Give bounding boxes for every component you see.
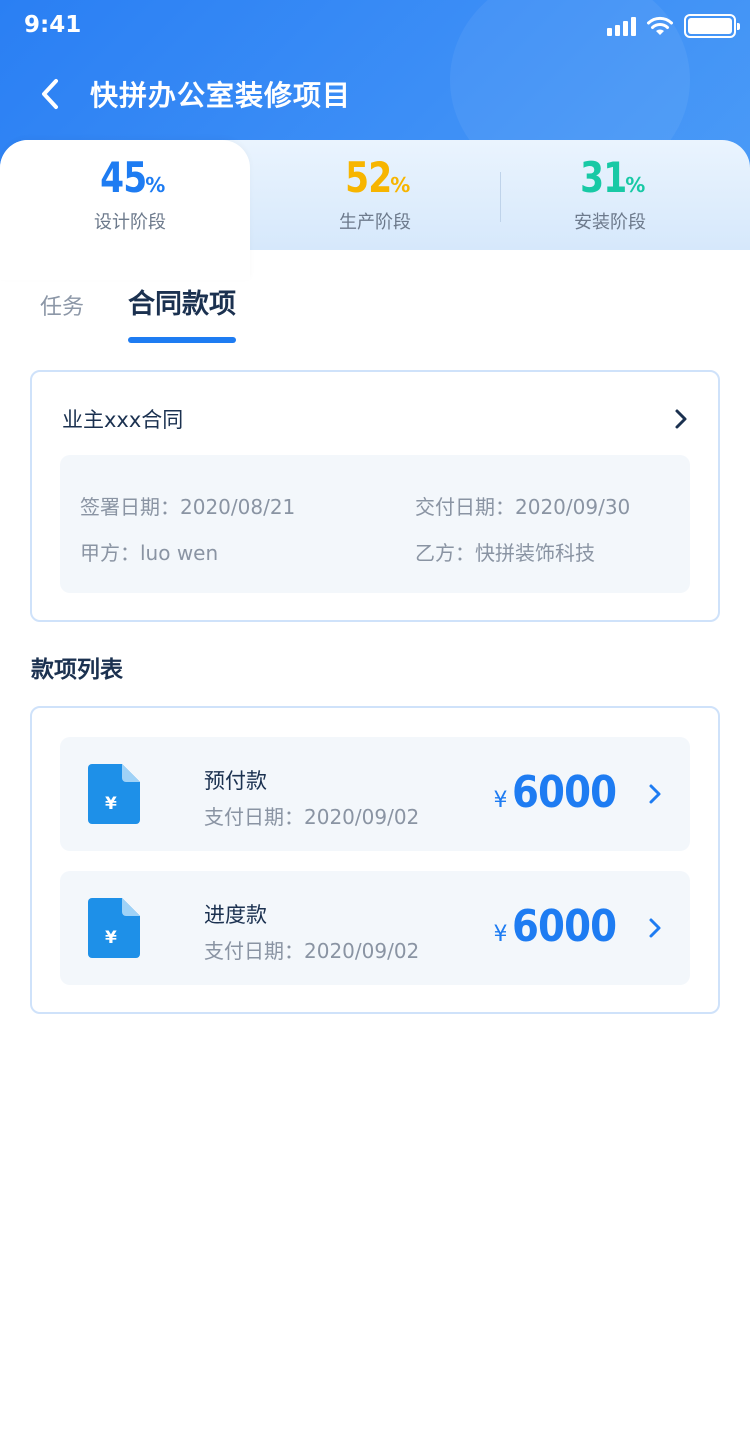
- payment-name: 进度款: [204, 903, 267, 927]
- stage-production-value: 52: [344, 153, 392, 202]
- svg-text:¥: ¥: [105, 794, 117, 814]
- document-yuan-icon: ¥: [88, 764, 140, 824]
- contract-info-panel: 签署日期：2020/08/21 交付日期：2020/09/30 甲方：luo w…: [60, 455, 690, 593]
- contract-title: 业主xxx合同: [62, 408, 184, 432]
- payment-amount-value: 6000: [511, 901, 617, 952]
- content-tabs: 任务 合同款项: [40, 282, 237, 343]
- contract-party-a: 甲方：luo wen: [80, 541, 219, 565]
- page-title: 快拼办公室装修项目: [90, 79, 352, 112]
- stage-install-value: 31: [579, 153, 627, 202]
- payment-date: 支付日期：2020/09/02: [204, 805, 420, 829]
- stage-production-unit: %: [390, 173, 411, 197]
- back-button[interactable]: [34, 76, 66, 112]
- contract-delivery-date: 交付日期：2020/09/30: [415, 495, 631, 519]
- contract-header[interactable]: 业主xxx合同: [62, 404, 688, 434]
- contract-sign-date: 签署日期：2020/08/21: [80, 495, 296, 519]
- status-icons: [607, 14, 740, 38]
- payment-row[interactable]: ¥ 进度款 支付日期：2020/09/02 ¥ 6000: [60, 871, 690, 985]
- chevron-right-icon: [675, 409, 687, 429]
- payment-row[interactable]: ¥ 预付款 支付日期：2020/09/02 ¥ 6000: [60, 737, 690, 851]
- svg-text:¥: ¥: [105, 928, 117, 948]
- payment-currency: ¥: [493, 922, 508, 947]
- document-yuan-icon: ¥: [88, 898, 140, 958]
- battery-icon: [684, 14, 740, 38]
- stage-design[interactable]: 45% 设计阶段: [5, 150, 255, 234]
- stage-design-label: 设计阶段: [94, 212, 166, 233]
- payment-date: 支付日期：2020/09/02: [204, 939, 420, 963]
- signal-icon: [607, 16, 636, 36]
- tab-tasks[interactable]: 任务: [40, 289, 84, 321]
- payment-amount: ¥ 6000: [494, 767, 630, 818]
- chevron-left-icon: [42, 79, 58, 109]
- stage-design-value: 45: [99, 153, 147, 202]
- payment-amount: ¥ 6000: [494, 901, 630, 952]
- stage-install[interactable]: 31% 安装阶段: [485, 150, 735, 234]
- wifi-icon: [647, 16, 673, 35]
- stage-production-label: 生产阶段: [339, 212, 411, 233]
- contract-card: 业主xxx合同 签署日期：2020/08/21 交付日期：2020/09/30 …: [30, 370, 720, 622]
- payments-section-title: 款项列表: [31, 657, 123, 683]
- chevron-right-icon: [649, 784, 661, 804]
- tab-contract-payments[interactable]: 合同款项: [128, 282, 237, 343]
- stage-install-label: 安装阶段: [574, 212, 646, 233]
- payment-amount-value: 6000: [511, 767, 617, 818]
- stage-install-unit: %: [625, 173, 646, 197]
- status-time: 9:41: [24, 12, 82, 38]
- contract-party-b: 乙方：快拼装饰科技: [415, 541, 595, 565]
- stage-production[interactable]: 52% 生产阶段: [250, 150, 500, 234]
- payment-currency: ¥: [493, 788, 508, 813]
- chevron-right-icon: [649, 918, 661, 938]
- payment-name: 预付款: [204, 769, 267, 793]
- payments-card: ¥ 预付款 支付日期：2020/09/02 ¥ 6000 ¥ 进度款 支付日期：…: [30, 706, 720, 1014]
- stage-design-unit: %: [145, 173, 166, 197]
